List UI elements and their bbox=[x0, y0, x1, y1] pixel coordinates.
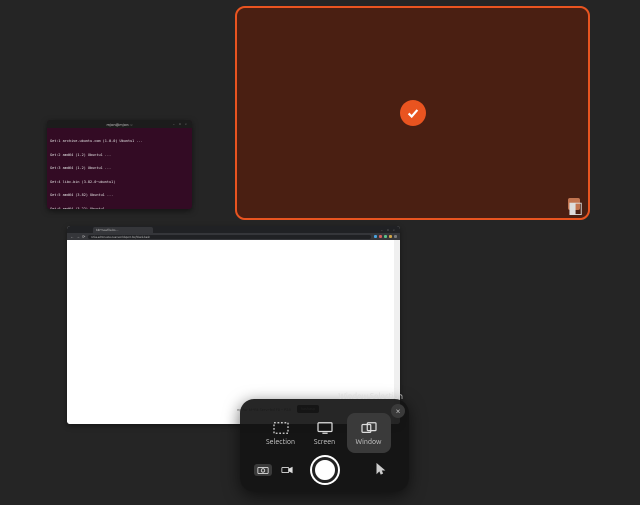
mode-label: Screen bbox=[314, 438, 335, 446]
extension-icon[interactable] bbox=[379, 235, 383, 239]
terminal-title: mjon@mjon: ~ bbox=[106, 122, 132, 127]
terminal-line: Get:6 amd64 (3.22) Ubuntu1 ... bbox=[50, 207, 189, 210]
mode-selection[interactable]: Selection bbox=[259, 413, 303, 453]
extension-icons bbox=[374, 235, 398, 239]
terminal-line: Get:1 archive.ubuntu.com (1.0-0) Ubuntu1… bbox=[50, 139, 189, 144]
video-icon bbox=[281, 465, 293, 475]
action-row bbox=[240, 457, 409, 483]
extension-icon[interactable] bbox=[374, 235, 378, 239]
close-button[interactable]: × bbox=[185, 122, 189, 126]
extension-icon[interactable] bbox=[384, 235, 388, 239]
capture-button[interactable] bbox=[312, 457, 338, 483]
extension-icon[interactable] bbox=[389, 235, 393, 239]
mode-screen[interactable]: Screen bbox=[303, 413, 347, 453]
terminal-window-controls: – □ × bbox=[173, 122, 189, 126]
minimize-button[interactable]: – bbox=[173, 122, 177, 126]
terminal-window[interactable]: mjon@mjon: ~ – □ × Get:1 archive.ubuntu.… bbox=[47, 120, 192, 209]
screenshot-header: Window Selection bbox=[338, 392, 403, 401]
selected-window[interactable]: ◧ bbox=[235, 6, 590, 220]
screenshot-panel: Window Selection × Selection Screen Wind… bbox=[240, 399, 409, 492]
back-button[interactable]: ← bbox=[70, 234, 74, 239]
terminal-titlebar[interactable]: mjon@mjon: ~ – □ × bbox=[47, 120, 192, 128]
terminal-line: Get:2 amd64 (1.2) Ubuntu1 ... bbox=[50, 153, 189, 158]
mode-label: Selection bbox=[266, 438, 295, 446]
mode-row: Selection Screen Window bbox=[240, 413, 409, 453]
nav-controls: ← → ⟳ bbox=[70, 234, 85, 239]
extension-icon[interactable] bbox=[394, 235, 398, 239]
terminal-line: Get:4 libc-bin (3.82-0~ubuntu1) bbox=[50, 180, 189, 185]
terminal-line: Get:5 amd64 (3.82) Ubuntu1 ... bbox=[50, 193, 189, 198]
close-button[interactable]: × bbox=[393, 228, 397, 232]
maximize-button[interactable]: □ bbox=[179, 122, 183, 126]
workspace: mjon@mjon: ~ – □ × Get:1 archive.ubuntu.… bbox=[0, 0, 640, 505]
selection-check-icon bbox=[400, 100, 426, 126]
photo-mode-button[interactable] bbox=[254, 464, 272, 476]
selection-icon bbox=[272, 421, 290, 435]
capture-type-toggles bbox=[254, 464, 296, 476]
cursor-icon bbox=[375, 463, 387, 475]
address-bar[interactable]: trika-admin-site.nearworldsport.biz/blan… bbox=[88, 235, 370, 239]
app-icon: ◧ bbox=[568, 198, 580, 210]
screen-icon bbox=[316, 421, 334, 435]
show-pointer-toggle[interactable] bbox=[375, 461, 387, 479]
window-icon bbox=[360, 421, 378, 435]
browser-tab[interactable]: bib*newfile.bs… bbox=[93, 227, 153, 233]
mode-label: Window bbox=[356, 438, 382, 446]
browser-window-controls: – □ × bbox=[381, 228, 397, 232]
browser-tabbar[interactable]: bib*newfile.bs… – □ × bbox=[67, 226, 400, 233]
reload-button[interactable]: ⟳ bbox=[82, 234, 85, 239]
video-mode-button[interactable] bbox=[278, 464, 296, 476]
forward-button[interactable]: → bbox=[76, 234, 80, 239]
minimize-button[interactable]: – bbox=[381, 228, 385, 232]
terminal-line: Get:3 amd64 (1.2) Ubuntu1 ... bbox=[50, 166, 189, 171]
browser-toolbar: ← → ⟳ trika-admin-site.nearworldsport.bi… bbox=[67, 233, 400, 240]
mode-window[interactable]: Window bbox=[347, 413, 391, 453]
terminal-body[interactable]: Get:1 archive.ubuntu.com (1.0-0) Ubuntu1… bbox=[47, 128, 192, 209]
maximize-button[interactable]: □ bbox=[387, 228, 391, 232]
camera-icon bbox=[257, 465, 269, 475]
